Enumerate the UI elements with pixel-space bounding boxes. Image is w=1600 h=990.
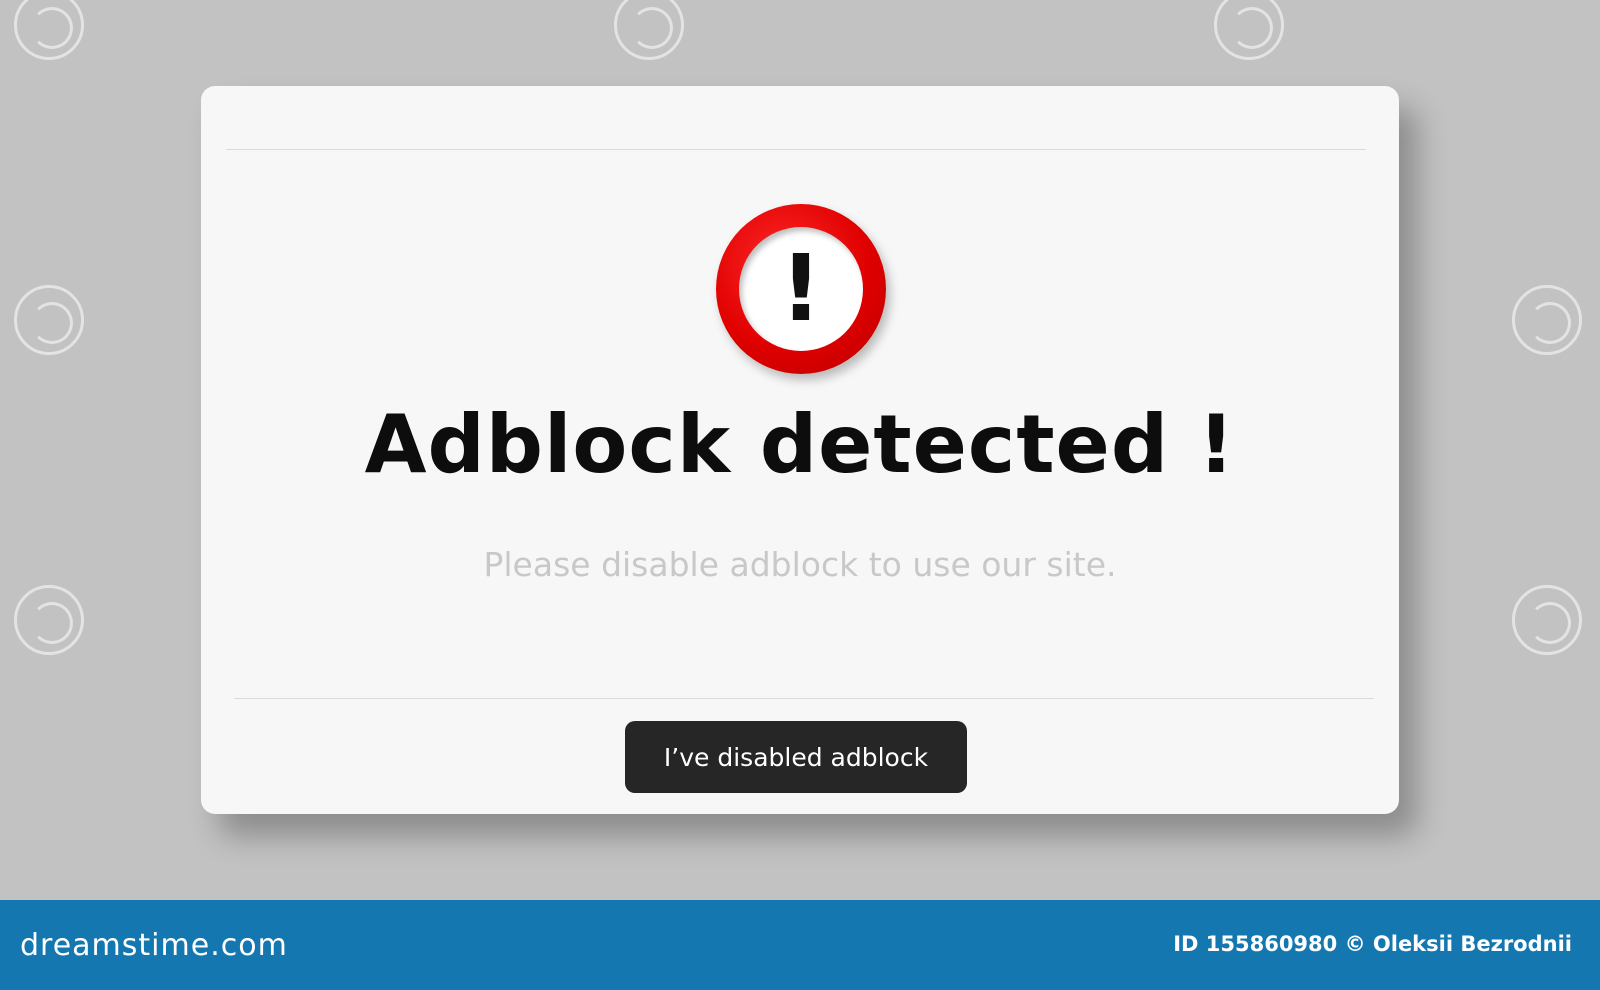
watermark-swirl-icon	[1512, 285, 1582, 355]
watermark-swirl-icon	[614, 0, 684, 60]
dialog-message: Please disable adblock to use our site.	[483, 545, 1117, 584]
disabled-adblock-button[interactable]: I’ve disabled adblock	[625, 721, 967, 793]
dialog-title: Adblock detected !	[364, 398, 1236, 491]
image-credit: ID 155860980 © Oleksii Bezrodnii	[1173, 932, 1572, 956]
brand-logo[interactable]: dreamstime.com	[20, 928, 288, 963]
watermark-swirl-icon	[14, 285, 84, 355]
watermark-swirl-icon	[1214, 0, 1284, 60]
watermark-swirl-icon	[14, 0, 84, 60]
alert-icon-face: !	[739, 227, 863, 351]
divider	[226, 149, 1366, 150]
exclamation-glyph: !	[780, 235, 822, 342]
footer-bar: dreamstime.com ID 155860980 © Oleksii Be…	[0, 900, 1600, 990]
divider	[234, 698, 1374, 699]
watermark-swirl-icon	[14, 585, 84, 655]
adblock-dialog: ! Adblock detected ! Please disable adbl…	[201, 86, 1399, 814]
watermark-swirl-icon	[1512, 585, 1582, 655]
exclamation-icon: !	[716, 204, 886, 374]
